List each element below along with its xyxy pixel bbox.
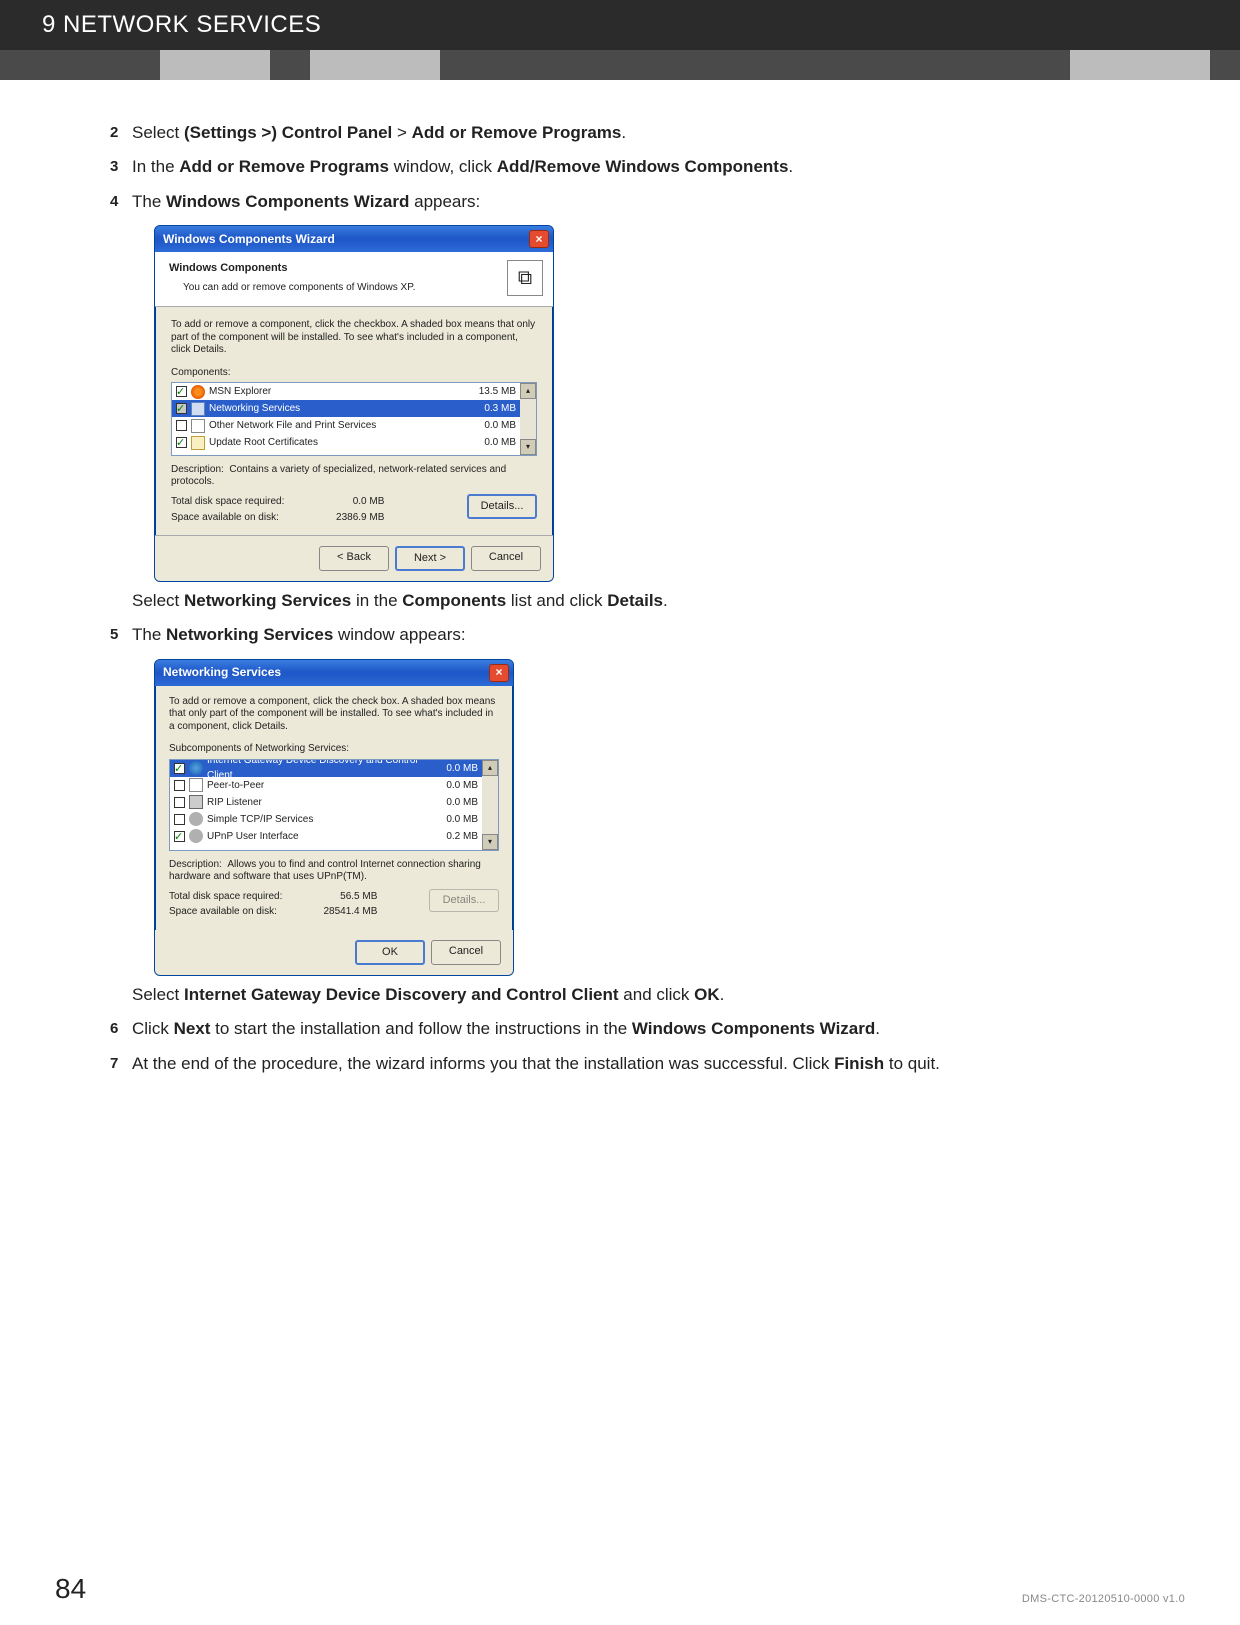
window-title: Windows Components Wizard xyxy=(163,230,335,249)
page-title: 9 NETWORK SERVICES xyxy=(42,11,321,39)
description-text: Description: Allows you to find and cont… xyxy=(169,859,499,883)
globe-icon xyxy=(189,761,203,775)
scrollbar[interactable]: ▴ ▾ xyxy=(520,383,536,455)
window-title: Networking Services xyxy=(163,663,281,682)
file-icon xyxy=(191,419,205,433)
disk-required-label: Total disk space required: xyxy=(171,496,284,507)
titlebar[interactable]: Networking Services × xyxy=(155,660,513,686)
checkbox-icon[interactable] xyxy=(174,780,185,791)
checkbox-icon[interactable] xyxy=(174,797,185,808)
wizard-footer: < Back Next > Cancel xyxy=(155,535,553,581)
ok-button[interactable]: OK xyxy=(355,940,425,965)
disk-available-label: Space available on disk: xyxy=(169,904,282,920)
checkbox-icon[interactable] xyxy=(176,420,187,431)
checkbox-icon[interactable] xyxy=(174,814,185,825)
disk-required-value: 0.0 MB xyxy=(314,494,384,510)
step-2: Select (Settings >) Control Panel > Add … xyxy=(110,120,1185,146)
header-tab xyxy=(1070,50,1210,80)
cancel-button[interactable]: Cancel xyxy=(431,940,501,965)
intro-text: To add or remove a component, click the … xyxy=(169,696,499,734)
close-icon[interactable]: × xyxy=(489,664,509,682)
scroll-down-icon[interactable]: ▾ xyxy=(482,834,498,850)
disk-available-label: Space available on disk: xyxy=(171,512,279,523)
page-number: 84 xyxy=(55,1573,86,1605)
cancel-button[interactable]: Cancel xyxy=(471,546,541,571)
back-button[interactable]: < Back xyxy=(319,546,389,571)
networking-services-window: Networking Services × To add or remove a… xyxy=(154,659,514,976)
scroll-up-icon[interactable]: ▴ xyxy=(482,760,498,776)
checkbox-icon[interactable] xyxy=(176,437,187,448)
network-icon xyxy=(191,402,205,416)
wizard-intro: To add or remove a component, click the … xyxy=(171,319,537,357)
wizard-logo-icon: ⧉ xyxy=(507,260,543,296)
checkbox-icon[interactable] xyxy=(174,763,185,774)
disk-available-value: 28541.4 MB xyxy=(302,904,377,920)
close-icon[interactable]: × xyxy=(529,230,549,248)
list-item[interactable]: Other Network File and Print Services 0.… xyxy=(172,417,520,434)
checkbox-icon[interactable] xyxy=(174,831,185,842)
titlebar[interactable]: Windows Components Wizard × xyxy=(155,226,553,252)
disk-required-label: Total disk space required: xyxy=(169,889,282,905)
next-button[interactable]: Next > xyxy=(395,546,465,571)
dialog-footer: OK Cancel xyxy=(155,930,513,975)
list-item[interactable]: MSN Explorer 13.5 MB xyxy=(172,383,520,400)
step-4-followup: Select Networking Services in the Compon… xyxy=(132,588,1185,614)
header-tab xyxy=(310,50,440,80)
list-item[interactable]: RIP Listener 0.0 MB xyxy=(170,794,482,811)
subcomponents-label: Subcomponents of Networking Services: xyxy=(169,741,499,757)
page-header: 9 NETWORK SERVICES xyxy=(0,0,1240,50)
checkbox-icon[interactable] xyxy=(176,386,187,397)
details-button: Details... xyxy=(429,889,499,912)
disk-required-value: 56.5 MB xyxy=(302,889,377,905)
subcomponents-list[interactable]: Internet Gateway Device Discovery and Co… xyxy=(170,760,482,850)
step-4: The Windows Components Wizard appears: W… xyxy=(110,189,1185,615)
document-code: DMS-CTC-20120510-0000 v1.0 xyxy=(1022,1593,1185,1605)
step-5: The Networking Services window appears: … xyxy=(110,622,1185,1008)
file-icon xyxy=(189,778,203,792)
gear-icon xyxy=(189,829,203,843)
components-label: Components: xyxy=(171,365,537,381)
scroll-up-icon[interactable]: ▴ xyxy=(520,383,536,399)
header-tab-strip xyxy=(0,50,1240,80)
details-button[interactable]: Details... xyxy=(467,494,537,519)
step-5-followup: Select Internet Gateway Device Discovery… xyxy=(132,982,1185,1008)
list-item[interactable]: Internet Gateway Device Discovery and Co… xyxy=(170,760,482,777)
printer-icon xyxy=(189,795,203,809)
certificate-icon xyxy=(191,436,205,450)
scroll-down-icon[interactable]: ▾ xyxy=(520,439,536,455)
list-item[interactable]: Networking Services 0.3 MB xyxy=(172,400,520,417)
gear-icon xyxy=(189,812,203,826)
wizard-heading: Windows Components xyxy=(169,260,507,277)
list-item[interactable]: UPnP User Interface 0.2 MB xyxy=(170,828,482,845)
header-tab xyxy=(160,50,270,80)
msn-icon xyxy=(191,385,205,399)
wizard-window: Windows Components Wizard × Windows Comp… xyxy=(154,225,554,582)
scrollbar[interactable]: ▴ ▾ xyxy=(482,760,498,850)
wizard-header: Windows Components You can add or remove… xyxy=(155,252,553,307)
step-6: Click Next to start the installation and… xyxy=(110,1016,1185,1042)
page-footer: 84 DMS-CTC-20120510-0000 v1.0 xyxy=(55,1573,1185,1605)
disk-available-value: 2386.9 MB xyxy=(314,510,384,526)
list-item[interactable]: Simple TCP/IP Services 0.0 MB xyxy=(170,811,482,828)
description-text: Description: Contains a variety of speci… xyxy=(171,464,537,488)
list-item[interactable]: Peer-to-Peer 0.0 MB xyxy=(170,777,482,794)
step-7: At the end of the procedure, the wizard … xyxy=(110,1051,1185,1077)
list-item[interactable]: Update Root Certificates 0.0 MB xyxy=(172,434,520,451)
components-list[interactable]: MSN Explorer 13.5 MB Networking Services… xyxy=(172,383,520,455)
checkbox-icon[interactable] xyxy=(176,403,187,414)
step-3: In the Add or Remove Programs window, cl… xyxy=(110,154,1185,180)
wizard-subheading: You can add or remove components of Wind… xyxy=(183,280,507,296)
